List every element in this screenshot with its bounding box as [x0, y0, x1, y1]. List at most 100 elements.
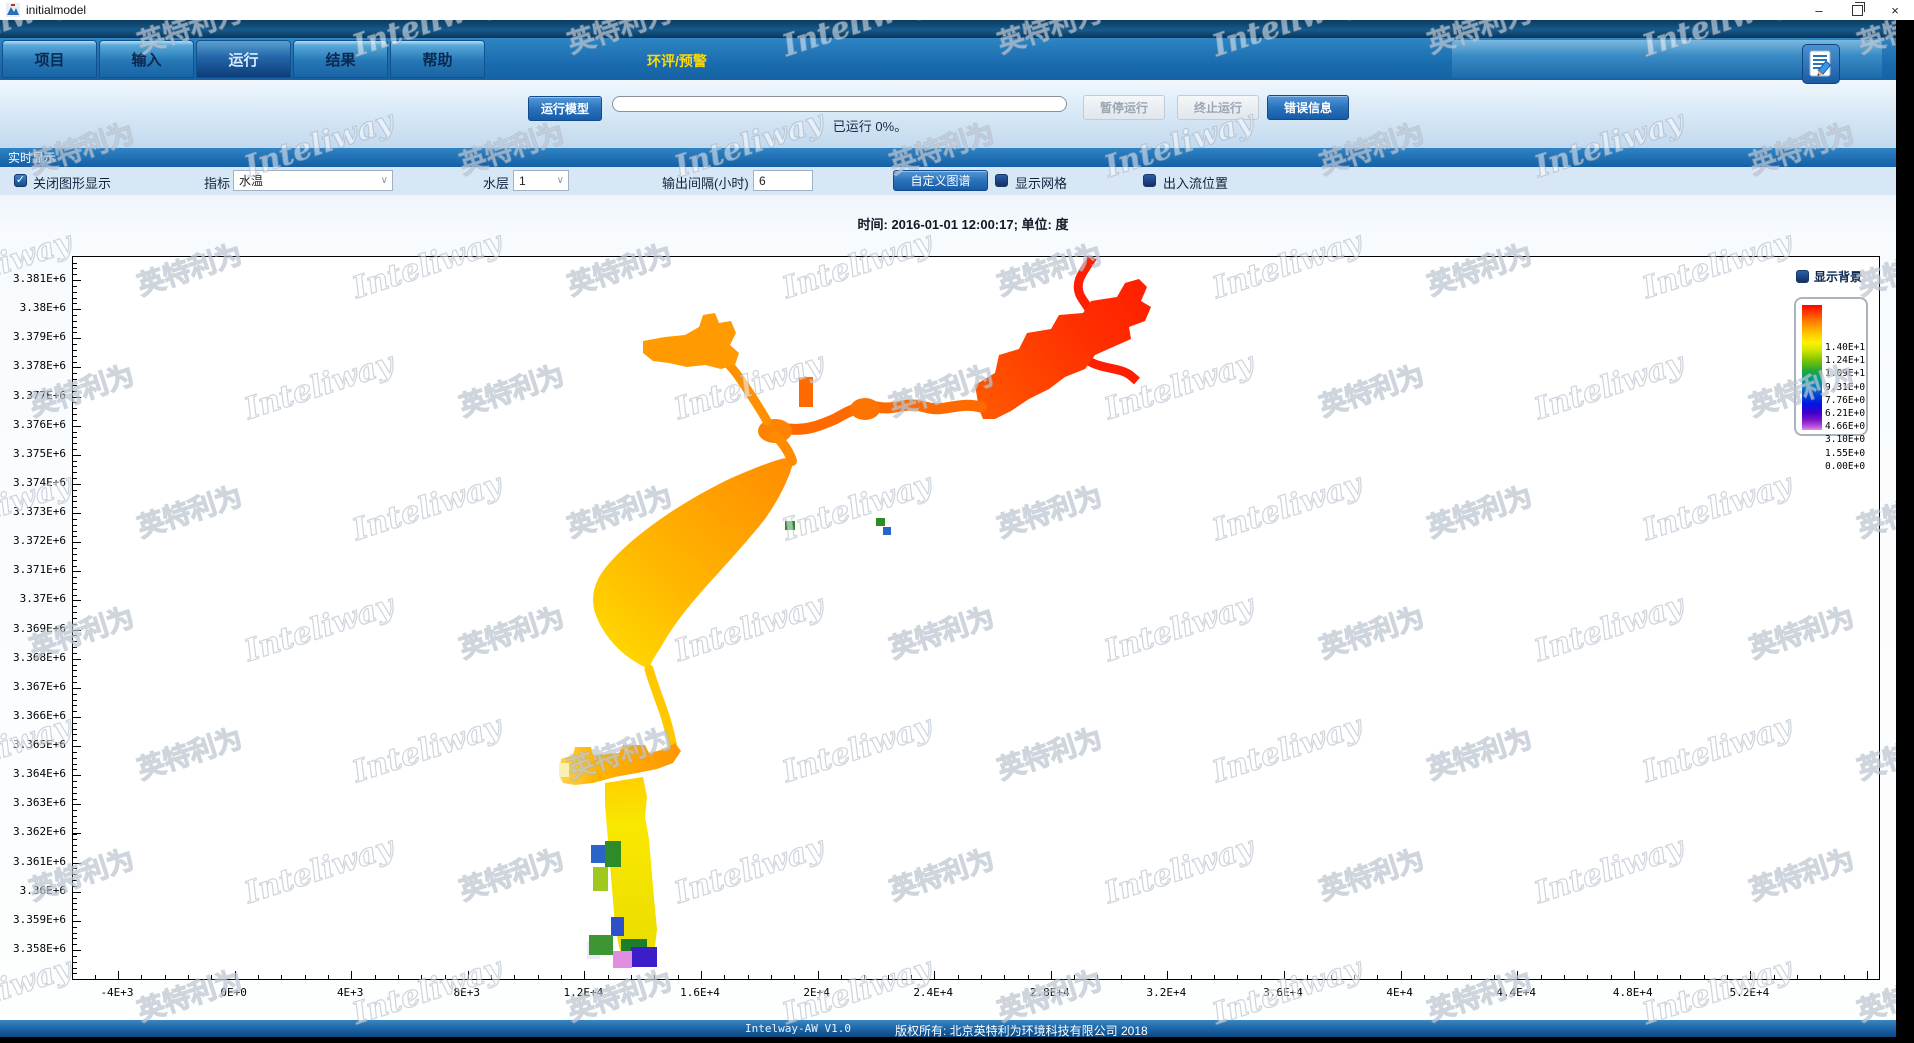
plot-area: 显示背景 1.40E+11.24E+11.09E+19.31E+07.76E+0… [72, 256, 1880, 980]
y-minor-tick [73, 857, 77, 858]
cell-blue-west [591, 845, 605, 863]
y-minor-tick [73, 769, 77, 770]
y-minor-tick [73, 437, 77, 438]
restore-button[interactable] [1838, 0, 1876, 20]
show-grid-checkbox[interactable] [995, 174, 1008, 187]
layer-select[interactable]: 1 ∨ [513, 170, 569, 191]
y-minor-tick [73, 647, 77, 648]
y-minor-tick [73, 956, 77, 957]
tab-2[interactable]: 输入 [99, 40, 194, 78]
x-minor-tick [678, 975, 679, 979]
y-minor-tick [73, 443, 77, 444]
x-minor-tick [934, 975, 935, 979]
minimize-button[interactable]: – [1800, 0, 1838, 20]
layer-label: 水层 [483, 173, 509, 192]
stop-run-button[interactable]: 终止运行 [1177, 95, 1259, 120]
y-minor-tick [73, 909, 77, 910]
river-widening [850, 398, 880, 420]
x-minor-tick [1680, 975, 1681, 979]
y-minor-tick [73, 781, 77, 782]
y-minor-tick [73, 525, 77, 526]
y-minor-tick [73, 758, 77, 759]
layer-value: 1 [519, 174, 526, 188]
y-minor-tick [73, 851, 77, 852]
x-minor-tick [724, 975, 725, 979]
y-minor-tick [73, 700, 77, 701]
y-minor-tick [73, 513, 77, 514]
x-minor-tick [981, 975, 982, 979]
y-minor-tick [73, 344, 77, 345]
x-minor-tick [1424, 975, 1425, 979]
indicator-label: 指标 [204, 173, 230, 192]
x-tick-label: -4E+3 [82, 986, 152, 999]
restore-icon [1852, 5, 1863, 16]
x-minor-tick [421, 975, 422, 979]
x-minor-tick [1471, 975, 1472, 979]
window-title: initialmodel [26, 3, 86, 17]
x-minor-tick [1331, 975, 1332, 979]
x-minor-tick [281, 975, 282, 979]
y-minor-tick [73, 845, 77, 846]
lake-outlet-connector [649, 669, 673, 749]
y-minor-tick [73, 717, 77, 718]
x-minor-tick [701, 975, 702, 979]
run-model-button[interactable]: 运行模型 [528, 96, 602, 121]
y-minor-tick [73, 665, 77, 666]
tab-5[interactable]: 帮助 [390, 40, 485, 78]
x-minor-tick [1494, 975, 1495, 979]
y-minor-tick [73, 472, 77, 473]
x-minor-tick [864, 975, 865, 979]
y-tick-label: 3.365E+6 [0, 738, 66, 751]
x-minor-tick [1447, 975, 1448, 979]
legend-value: 0.00E+0 [1825, 461, 1867, 472]
tab-4[interactable]: 结果 [293, 40, 388, 78]
y-minor-tick [73, 554, 77, 555]
tab-env-warning[interactable]: 环评/预警 [647, 51, 707, 71]
y-minor-tick [73, 455, 77, 456]
y-minor-tick [73, 280, 77, 281]
y-minor-tick [73, 828, 77, 829]
indicator-select[interactable]: 水温 ∨ [233, 170, 393, 191]
y-minor-tick [73, 321, 77, 322]
x-minor-tick [1121, 975, 1122, 979]
show-background-checkbox[interactable] [1796, 270, 1809, 283]
tab-3[interactable]: 运行 [196, 40, 291, 78]
flow-position-checkbox[interactable] [1143, 174, 1156, 187]
status-footer: Intelway-AW V1.0 版权所有: 北京英特利为环境科技有限公司 20… [0, 1020, 1896, 1037]
y-minor-tick [73, 624, 77, 625]
app-icon [6, 3, 20, 17]
pause-run-button[interactable]: 暂停运行 [1083, 95, 1165, 120]
x-minor-tick [1704, 975, 1705, 979]
custom-colormap-button[interactable]: 自定义图谱 [893, 170, 988, 191]
y-minor-tick [73, 600, 77, 601]
y-tick-label: 3.372E+6 [0, 534, 66, 547]
x-minor-tick [1634, 975, 1635, 979]
x-minor-tick [1517, 975, 1518, 979]
map-svg [73, 257, 1879, 979]
x-axis-labels: -4E+30E+04E+38E+31.2E+41.6E+42E+42.4E+42… [0, 984, 1914, 1004]
x-minor-tick [445, 975, 446, 979]
y-minor-tick [73, 449, 77, 450]
x-minor-tick [1354, 975, 1355, 979]
y-minor-tick [73, 356, 77, 357]
y-minor-tick [73, 816, 77, 817]
y-minor-tick [73, 682, 77, 683]
error-info-button[interactable]: 错误信息 [1267, 95, 1349, 120]
y-minor-tick [73, 874, 77, 875]
x-minor-tick [1564, 975, 1565, 979]
chevron-down-icon: ∨ [381, 175, 388, 186]
y-minor-tick [73, 501, 77, 502]
y-minor-tick [73, 315, 77, 316]
interval-input[interactable] [753, 170, 813, 191]
x-tick-label: 2E+4 [782, 986, 852, 999]
close-button[interactable]: × [1876, 0, 1914, 20]
x-minor-tick [631, 975, 632, 979]
x-minor-tick [305, 975, 306, 979]
document-edit-icon[interactable] [1802, 44, 1840, 84]
cell-magenta-bottom [613, 951, 632, 968]
y-minor-tick [73, 723, 77, 724]
x-minor-tick [211, 975, 212, 979]
x-minor-tick [1377, 975, 1378, 979]
y-minor-tick [73, 391, 77, 392]
x-minor-tick [1541, 975, 1542, 979]
